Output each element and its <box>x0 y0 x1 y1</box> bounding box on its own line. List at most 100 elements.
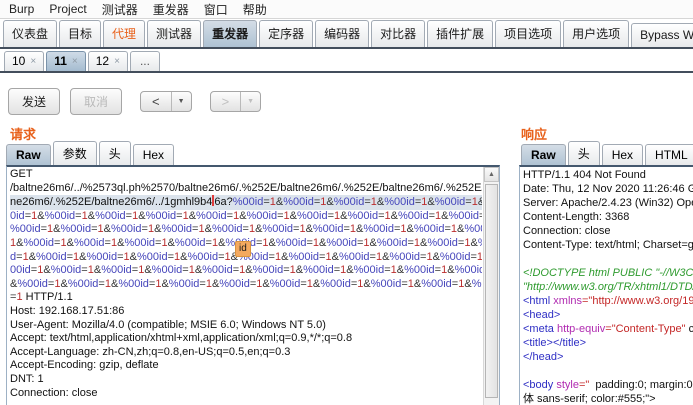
prev-response-button[interactable]: < ▼ <box>140 91 192 112</box>
query-token: %00id <box>124 236 156 249</box>
request-editor[interactable]: GET/baltne26m6/../%2573ql.ph%2570/baltne… <box>6 165 500 405</box>
session-tab-12[interactable]: 12 × <box>87 51 128 71</box>
session-bar-divider <box>0 71 693 73</box>
session-tab-bar: 10 × 11 × 12 ×... <box>4 51 693 71</box>
query-token: %00id <box>333 196 365 209</box>
request-text[interactable]: GET/baltne26m6/../%2573ql.ph%2570/baltne… <box>10 168 482 405</box>
next-dropdown-arrow-icon[interactable]: ▼ <box>241 92 260 111</box>
query-token: %00id <box>389 250 420 263</box>
menu-item-帮助[interactable]: 帮助 <box>243 1 267 18</box>
query-token: & <box>305 223 313 236</box>
send-button[interactable]: 发送 <box>8 88 61 115</box>
query-token: 1 <box>476 250 482 263</box>
response-tab-Hex[interactable]: Hex <box>601 144 644 166</box>
text-run: =" <box>578 379 590 391</box>
request-line: 00id=1&%00id=1&%00id=1&%00id=1&%00id=1&%… <box>10 264 482 278</box>
response-line: <html xmlns="http://www.w3.org/1999. <box>523 294 693 308</box>
insertion-point-marker: id <box>235 241 251 257</box>
query-token: %00id <box>168 277 200 290</box>
query-token: %00id <box>421 277 452 290</box>
text-run: <!DOCTYPE html PUBLIC "-//W3C//D <box>523 267 693 279</box>
text-run: ne26m6/.%252E/baltne26m6/../1gmhl9b4 <box>10 196 213 209</box>
text-run: "http://www.w3.org/TR/xhtml1/DTD/xht <box>523 281 693 293</box>
burp-window: Burp Project 测试器 重发器 窗口 帮助 仪表盘 目标 代理 测试器 重发器 定序器 编码… <box>0 0 693 405</box>
cancel-button[interactable]: 取消 <box>70 88 123 115</box>
tab-对比器[interactable]: 对比器 <box>371 20 426 47</box>
query-token: %00id <box>73 236 105 249</box>
query-token: & <box>427 196 435 209</box>
request-tab-参数[interactable]: 参数 <box>52 141 97 166</box>
response-line: "http://www.w3.org/TR/xhtml1/DTD/xht <box>523 280 693 294</box>
main-tab-bar: 仪表盘 目标 代理 测试器 重发器 定序器 编码器 对比器 插件扩展 项目选项 用户选项 Bypass… <box>3 20 693 47</box>
request-tab-Raw[interactable]: Raw <box>6 144 51 166</box>
query-token: %00id <box>110 223 142 236</box>
text-run: 体 sans-serif; color:#555;"> <box>523 393 656 405</box>
tab-用户选项[interactable]: 用户选项 <box>563 20 630 47</box>
text-run: User-Agent: Mozilla/4.0 (compatible; MSI… <box>10 318 326 331</box>
request-scrollbar[interactable]: ▲ <box>483 167 499 405</box>
response-tab-HTML[interactable]: HTML <box>645 144 693 166</box>
query-token: & <box>103 223 111 236</box>
query-token: %00id <box>448 209 480 222</box>
query-token: %00i <box>478 237 482 249</box>
tab-定序器[interactable]: 定序器 <box>259 20 314 47</box>
scroll-up-arrow-icon[interactable]: ▲ <box>484 167 499 182</box>
query-token: %00id <box>86 250 118 263</box>
tab-测试器[interactable]: 测试器 <box>147 20 202 47</box>
query-token: %00id <box>202 264 233 277</box>
response-line: <!DOCTYPE html PUBLIC "-//W3C//D <box>523 266 693 280</box>
tab-仪表盘[interactable]: 仪表盘 <box>3 20 58 47</box>
query-token: %00id <box>376 236 408 249</box>
tab-代理[interactable]: 代理 <box>103 20 146 47</box>
request-line: Connection: close <box>10 387 482 401</box>
query-token: & <box>138 209 146 222</box>
request-tab-头[interactable]: 头 <box>98 141 131 166</box>
query-token: & <box>167 236 175 249</box>
query-token: & <box>331 250 339 263</box>
query-token: & <box>239 209 247 222</box>
query-token: %00id <box>464 223 482 236</box>
prev-icon[interactable]: < <box>141 92 172 111</box>
query-token: %00id <box>23 236 55 249</box>
response-tab-头[interactable]: 头 <box>567 141 600 166</box>
response-text[interactable]: HTTP/1.1 404 Not Found Date: Thu, 12 Nov … <box>523 168 693 405</box>
close-icon[interactable]: × <box>114 56 120 67</box>
menu-item-窗口[interactable]: 窗口 <box>204 1 228 18</box>
query-token: & <box>28 250 37 263</box>
text-run: ="Content-Type" <box>605 323 686 335</box>
query-token: & <box>129 250 137 263</box>
text-run: Content-Length: 3368 <box>523 211 630 223</box>
next-icon[interactable]: > <box>211 92 242 111</box>
query-token: & <box>470 236 478 249</box>
next-response-button[interactable]: > ▼ <box>209 91 262 112</box>
close-icon[interactable]: × <box>30 56 36 67</box>
text-run: cont <box>688 323 693 335</box>
response-editor[interactable]: HTTP/1.1 404 Not Found Date: Thu, 12 Nov … <box>519 165 693 405</box>
menu-item-Project[interactable]: Project <box>49 2 86 16</box>
session-tab-10[interactable]: 10 × <box>4 51 45 71</box>
tab-目标[interactable]: 目标 <box>59 20 102 47</box>
response-tab-Raw[interactable]: Raw <box>521 144 566 166</box>
session-tab-11[interactable]: 11 × <box>46 51 86 71</box>
request-tab-Hex[interactable]: Hex <box>132 144 175 166</box>
query-token: %00id <box>95 209 126 222</box>
menu-item-重发器[interactable]: 重发器 <box>153 1 189 18</box>
menu-item-测试器[interactable]: 测试器 <box>102 1 138 18</box>
tab-编码器[interactable]: 编码器 <box>315 20 370 47</box>
panel-splitter[interactable] <box>501 165 518 405</box>
menu-item-Burp[interactable]: Burp <box>9 2 34 16</box>
prev-dropdown-arrow-icon[interactable]: ▼ <box>172 92 191 111</box>
response-line: <meta http-equiv="Content-Type" cont <box>523 322 693 336</box>
tab-重发器[interactable]: 重发器 <box>203 20 258 47</box>
query-token: %00id <box>283 196 314 209</box>
close-icon[interactable]: × <box>72 56 78 67</box>
query-token: %00id <box>275 236 307 249</box>
query-token: %00id <box>413 223 445 236</box>
tab-项目选项[interactable]: 项目选项 <box>495 20 562 47</box>
text-run: /baltne26m6/../%2573ql.ph%2570/baltne26m… <box>10 181 482 194</box>
tab-Bypass WAF[interactable]: Bypass WAF <box>631 23 693 47</box>
tab-插件扩展[interactable]: 插件扩展 <box>427 20 494 47</box>
query-token: %00id <box>252 264 284 277</box>
session-tab-...[interactable]: ... <box>129 51 160 71</box>
scrollbar-thumb[interactable] <box>485 184 498 398</box>
